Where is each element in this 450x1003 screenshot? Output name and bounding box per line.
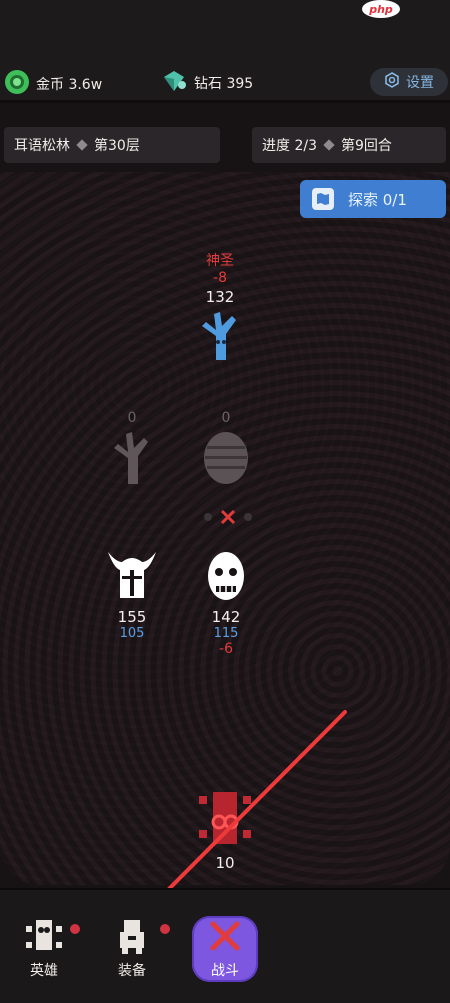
tab-heroes[interactable]: 英雄 <box>14 916 74 980</box>
armor-icon <box>112 920 152 960</box>
annotation-arrow <box>142 710 347 916</box>
tab-battle[interactable]: 战斗 <box>192 916 258 982</box>
hero-icon <box>24 920 64 960</box>
tab-equipment[interactable]: 装备 <box>102 916 162 980</box>
crossed-swords-icon <box>207 918 243 958</box>
heroes-notification-badge <box>68 922 82 936</box>
equipment-notification-badge <box>158 922 172 936</box>
tab-heroes-label: 英雄 <box>30 963 58 979</box>
tab-battle-label: 战斗 <box>211 963 239 979</box>
tab-equipment-label: 装备 <box>118 963 146 979</box>
